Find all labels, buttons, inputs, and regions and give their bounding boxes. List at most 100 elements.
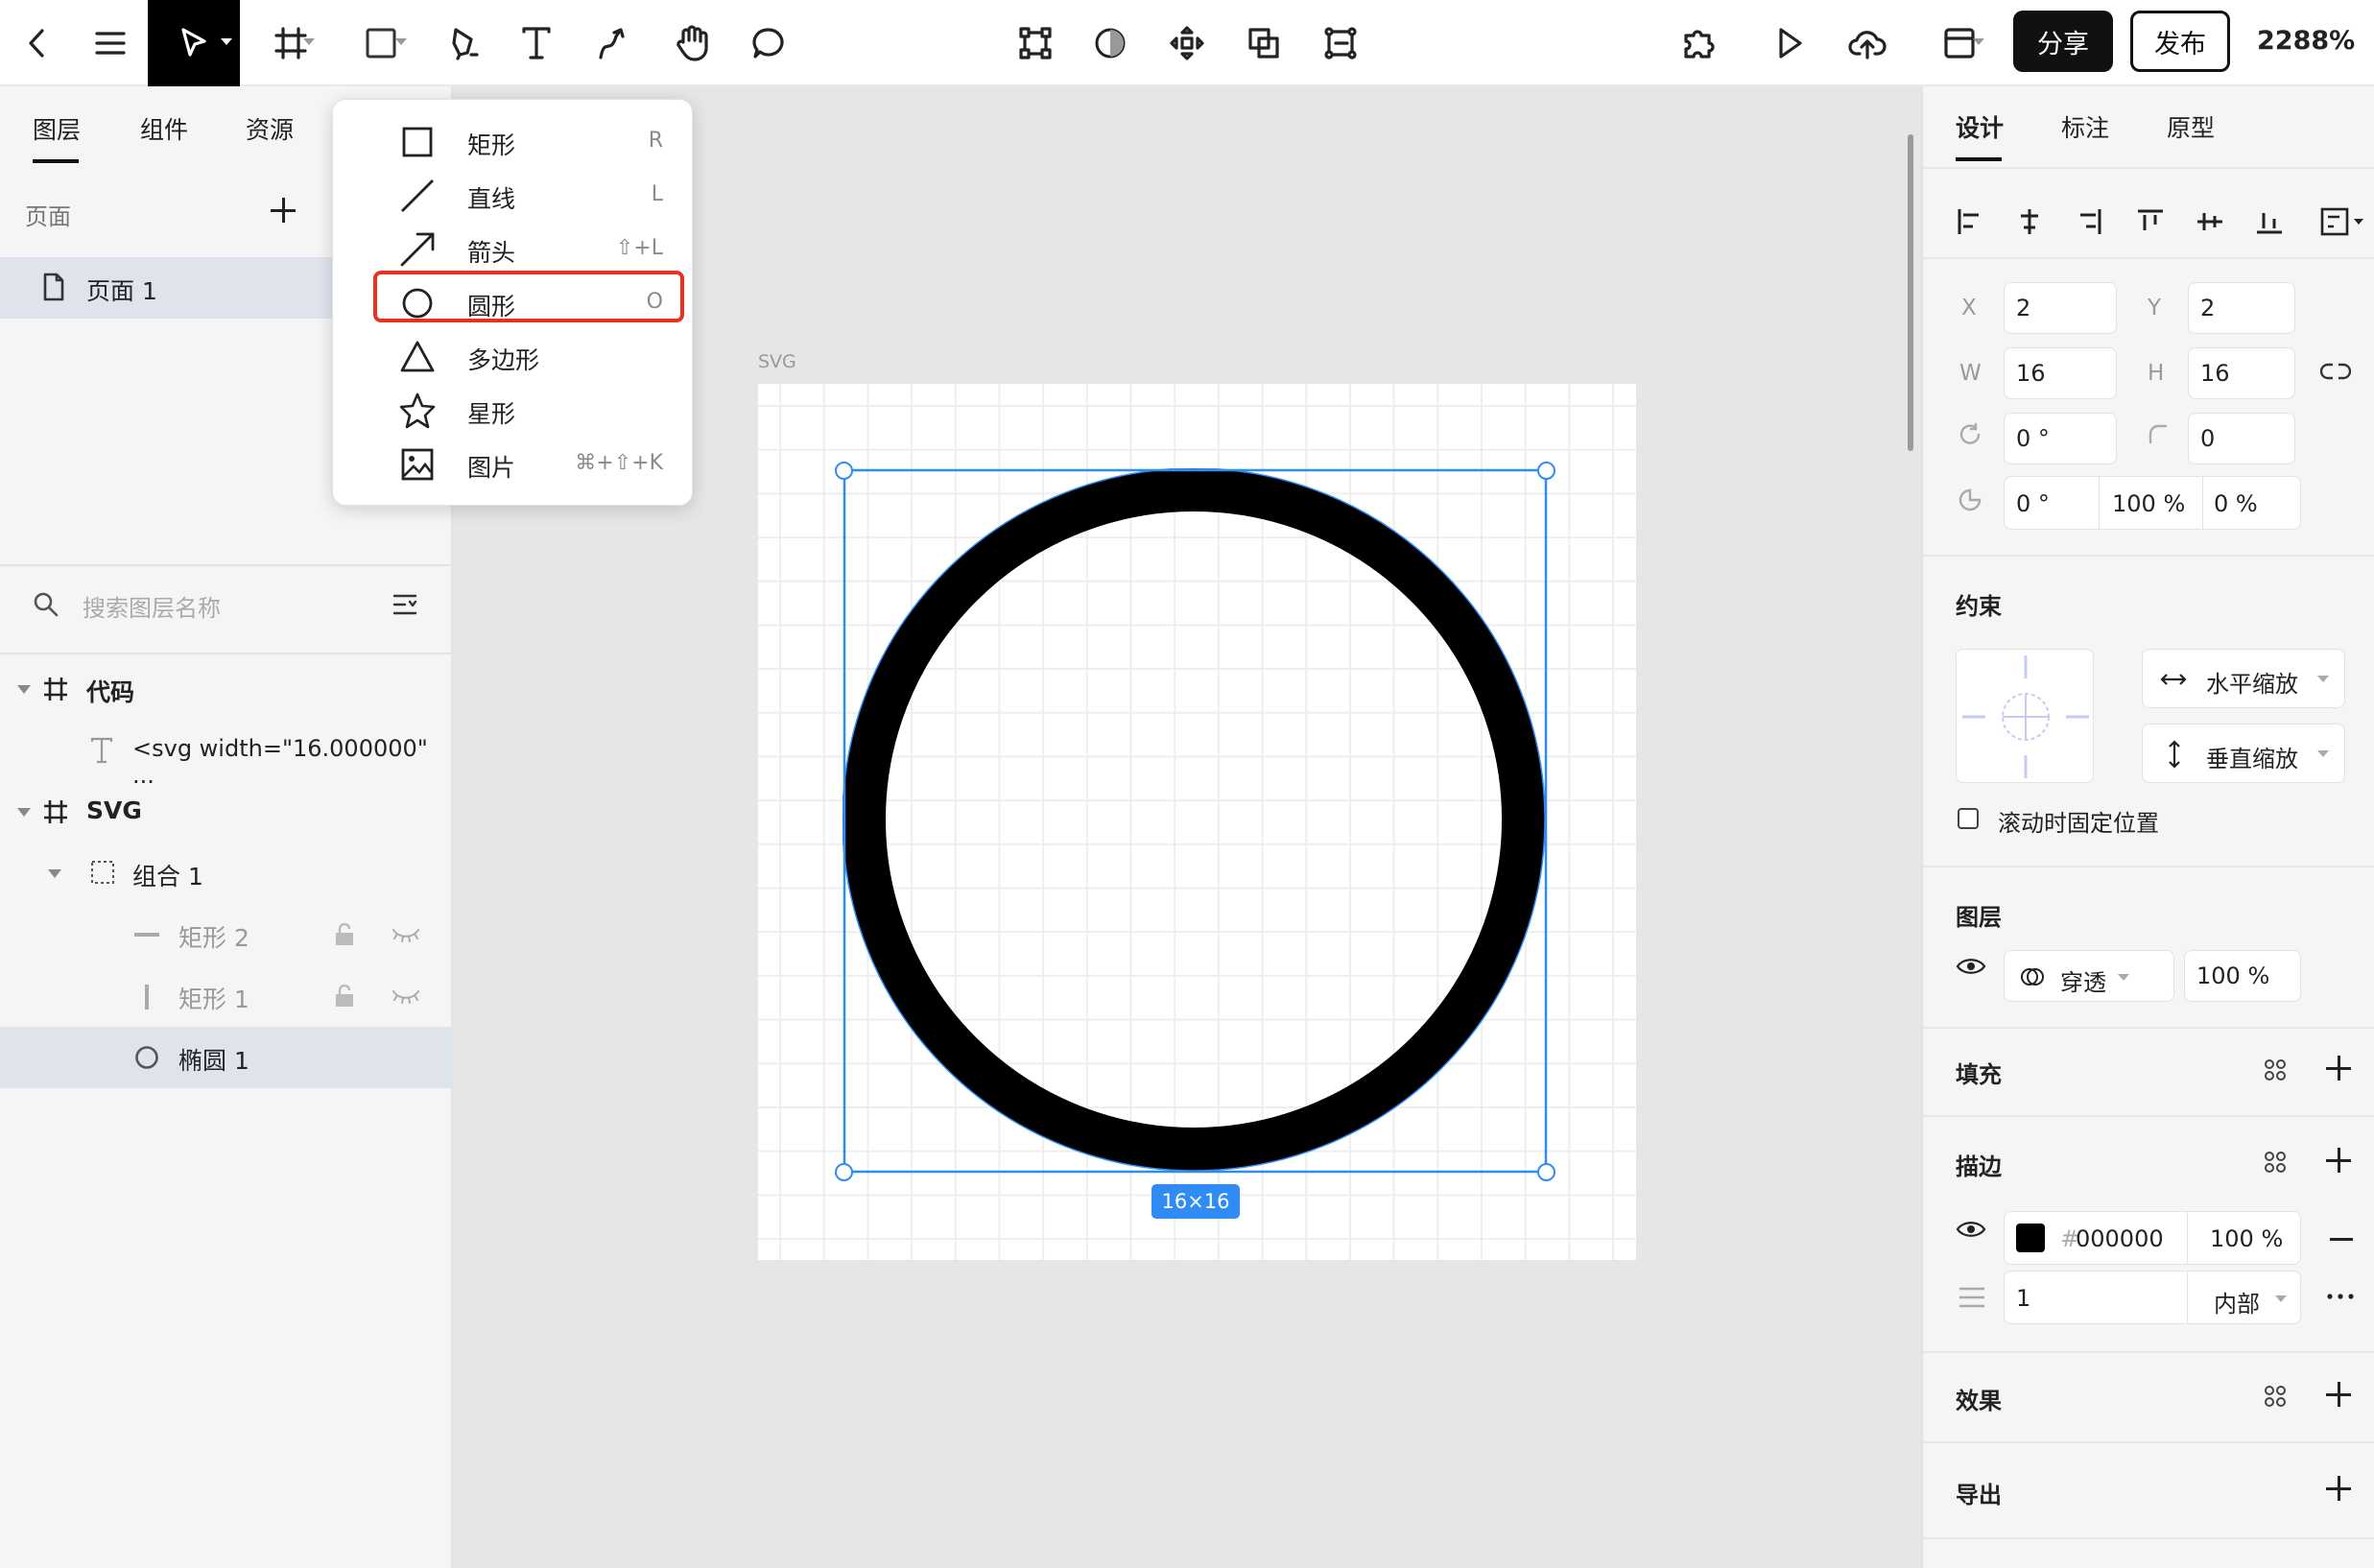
upload-cloud-icon[interactable] (1840, 0, 1894, 86)
vertical-scrollbar[interactable] (1908, 134, 1913, 451)
style-icon[interactable] (2263, 1384, 2288, 1409)
pen-tool-icon[interactable] (439, 0, 487, 86)
fix-scroll-checkbox[interactable] (1958, 808, 1979, 829)
menu-item-image[interactable]: 图片 ⌘+⇧+K (333, 438, 694, 491)
menu-item-arrow[interactable]: 箭头 ⇧+L (333, 223, 694, 276)
align-hcenter-icon[interactable] (2015, 207, 2044, 236)
menu-item-polygon[interactable]: 多边形 (333, 330, 694, 384)
add-stroke-icon[interactable] (2326, 1148, 2351, 1173)
layer-row-selected[interactable]: 椭圆 1 (0, 1027, 453, 1088)
expand-caret-icon[interactable] (17, 808, 31, 817)
tab-annotate[interactable]: 标注 (2061, 109, 2109, 144)
comment-tool-icon[interactable] (745, 0, 793, 86)
share-button[interactable]: 分享 (2013, 11, 2113, 72)
resize-handle[interactable] (1537, 1163, 1555, 1181)
back-icon[interactable] (13, 0, 61, 86)
stroke-color-field[interactable]: # 000000 100 % (2004, 1211, 2301, 1265)
style-icon[interactable] (2263, 1057, 2288, 1082)
menu-item-line[interactable]: 直线 L (333, 169, 694, 223)
vector-path-icon[interactable] (1317, 0, 1365, 86)
stroke-color-swatch[interactable] (2016, 1224, 2045, 1252)
plugin-icon[interactable] (1675, 0, 1723, 86)
arc-start-field[interactable]: 0 ° (2016, 490, 2050, 517)
layer-row[interactable]: 组合 1 (0, 843, 453, 904)
search-input[interactable]: 搜索图层名称 (83, 589, 221, 623)
distribute-icon[interactable] (1163, 0, 1211, 86)
eye-icon[interactable] (1956, 1219, 1986, 1240)
align-top-icon[interactable] (2136, 207, 2165, 236)
align-bottom-icon[interactable] (2255, 207, 2284, 236)
rotation-field[interactable]: 0 ° (2004, 413, 2117, 464)
tab-design[interactable]: 设计 (1956, 109, 2004, 144)
move-tool-button[interactable] (148, 0, 240, 86)
arc-ratio-field[interactable]: 0 % (2214, 490, 2258, 517)
height-field[interactable]: 16 (2188, 347, 2295, 399)
layer-row[interactable]: 代码 (0, 658, 453, 720)
filter-icon[interactable] (392, 591, 418, 618)
layer-opacity-field[interactable]: 100 % (2184, 950, 2301, 1002)
align-left-icon[interactable] (1956, 207, 1984, 236)
eye-icon[interactable] (1956, 956, 1986, 977)
mask-icon[interactable] (1086, 0, 1134, 86)
layer-row[interactable]: SVG (0, 781, 453, 843)
blend-mode-select[interactable]: 穿透 (2004, 950, 2174, 1002)
resize-handle[interactable] (835, 462, 853, 480)
component-icon[interactable] (1011, 0, 1059, 86)
tab-prototype[interactable]: 原型 (2167, 109, 2215, 144)
layout-view-button[interactable] (1923, 0, 1996, 86)
distribute-more-icon[interactable] (2320, 207, 2364, 236)
expand-caret-icon[interactable] (48, 869, 61, 878)
stroke-color-hex[interactable]: 000000 (2076, 1225, 2164, 1252)
more-icon[interactable] (2326, 1292, 2355, 1301)
vertical-constraint-select[interactable]: 垂直缩放 (2142, 724, 2345, 783)
lock-icon[interactable] (334, 923, 355, 946)
zoom-level[interactable]: 2288% (2257, 26, 2355, 56)
add-export-icon[interactable] (2326, 1476, 2351, 1501)
add-page-icon[interactable] (271, 198, 296, 223)
boolean-icon[interactable] (1240, 0, 1288, 86)
tab-layers[interactable]: 图层 (33, 111, 81, 146)
frame-tool-button[interactable] (259, 0, 322, 86)
tab-components[interactable]: 组件 (140, 111, 188, 146)
shape-tool-button[interactable] (347, 0, 415, 86)
layer-row[interactable]: <svg width="16.000000" ... (0, 720, 453, 789)
align-vcenter-icon[interactable] (2196, 207, 2224, 236)
menu-icon[interactable] (86, 0, 134, 86)
menu-item-star[interactable]: 星形 (333, 384, 694, 438)
constraint-widget[interactable] (1956, 649, 2094, 783)
y-field[interactable]: 2 (2188, 282, 2295, 334)
frame-label[interactable]: SVG (758, 351, 796, 372)
add-effect-icon[interactable] (2326, 1382, 2351, 1407)
layer-row[interactable]: 矩形 1 (0, 965, 453, 1027)
eye-closed-icon[interactable] (392, 986, 420, 1004)
style-icon[interactable] (2263, 1150, 2288, 1175)
page-item-selected[interactable]: 页面 1 (0, 257, 332, 319)
play-icon[interactable] (1766, 0, 1814, 86)
stroke-opacity[interactable]: 100 % (2210, 1225, 2283, 1252)
publish-button[interactable]: 发布 (2130, 11, 2230, 72)
layer-search[interactable]: 搜索图层名称 (0, 566, 453, 645)
add-fill-icon[interactable] (2326, 1056, 2351, 1081)
resize-handle[interactable] (1537, 462, 1555, 480)
eye-closed-icon[interactable] (392, 925, 420, 942)
link-icon[interactable] (2320, 361, 2351, 382)
text-tool-icon[interactable] (512, 0, 560, 86)
connector-tool-icon[interactable] (589, 0, 637, 86)
stroke-width-field[interactable]: 1 (2016, 1285, 2030, 1312)
lock-icon[interactable] (334, 985, 355, 1008)
x-field[interactable]: 2 (2004, 282, 2117, 334)
resize-handle[interactable] (835, 1163, 853, 1181)
menu-item-circle[interactable]: 圆形 O (333, 271, 694, 330)
arc-sweep-field[interactable]: 100 % (2112, 490, 2185, 517)
remove-stroke-icon[interactable] (2330, 1238, 2353, 1241)
corner-radius-field[interactable]: 0 (2188, 413, 2295, 464)
tab-assets[interactable]: 资源 (246, 111, 294, 146)
stroke-position-select[interactable]: 内部 (2214, 1285, 2260, 1319)
align-right-icon[interactable] (2075, 207, 2103, 236)
hand-tool-icon[interactable] (666, 0, 720, 86)
layer-row[interactable]: 矩形 2 (0, 904, 453, 965)
width-field[interactable]: 16 (2004, 347, 2117, 399)
expand-caret-icon[interactable] (17, 685, 31, 694)
horizontal-constraint-select[interactable]: 水平缩放 (2142, 649, 2345, 708)
circle-shape[interactable] (843, 468, 1553, 1178)
